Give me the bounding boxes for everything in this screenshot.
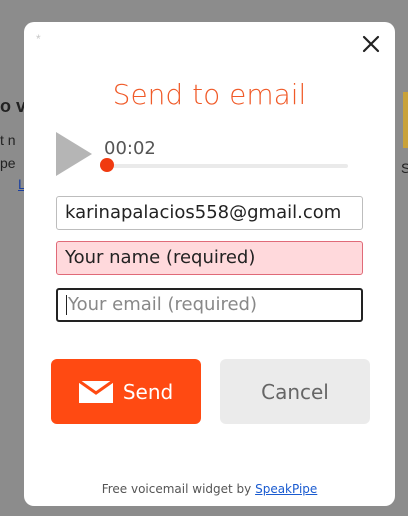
footer-credit: Free voicemail widget by SpeakPipe — [24, 482, 395, 496]
background-text: pe — [0, 155, 16, 171]
your-email-field[interactable]: Your email (required) — [56, 288, 363, 322]
send-button[interactable]: Send — [51, 359, 201, 424]
close-icon — [362, 35, 380, 53]
your-email-placeholder: Your email (required) — [68, 294, 257, 315]
progress-knob[interactable] — [100, 158, 114, 172]
send-to-email-dialog: * Send to email 00:02 karinapalacios558@… — [24, 22, 395, 506]
text-caret — [66, 295, 67, 315]
speakpipe-link[interactable]: SpeakPipe — [255, 482, 317, 496]
background-accent — [403, 92, 408, 148]
name-field[interactable]: Your name (required) — [56, 241, 363, 275]
background-text: t n — [0, 132, 16, 148]
play-button[interactable] — [54, 130, 94, 178]
close-button[interactable] — [359, 32, 383, 56]
corner-mark: * — [36, 32, 41, 46]
cancel-label: Cancel — [261, 379, 329, 404]
send-label: Send — [122, 379, 174, 404]
envelope-icon — [78, 380, 113, 403]
play-icon — [56, 132, 92, 176]
audio-player: 00:02 — [54, 130, 354, 190]
playback-time: 00:02 — [104, 138, 156, 159]
background-text: o v — [0, 96, 27, 116]
cancel-button[interactable]: Cancel — [220, 359, 370, 424]
dialog-title: Send to email — [112, 78, 307, 111]
recipient-email-field[interactable]: karinapalacios558@gmail.com — [56, 196, 363, 230]
progress-track[interactable] — [110, 164, 348, 168]
background-text: S — [401, 160, 408, 176]
footer-text: Free voicemail widget by — [101, 482, 256, 496]
